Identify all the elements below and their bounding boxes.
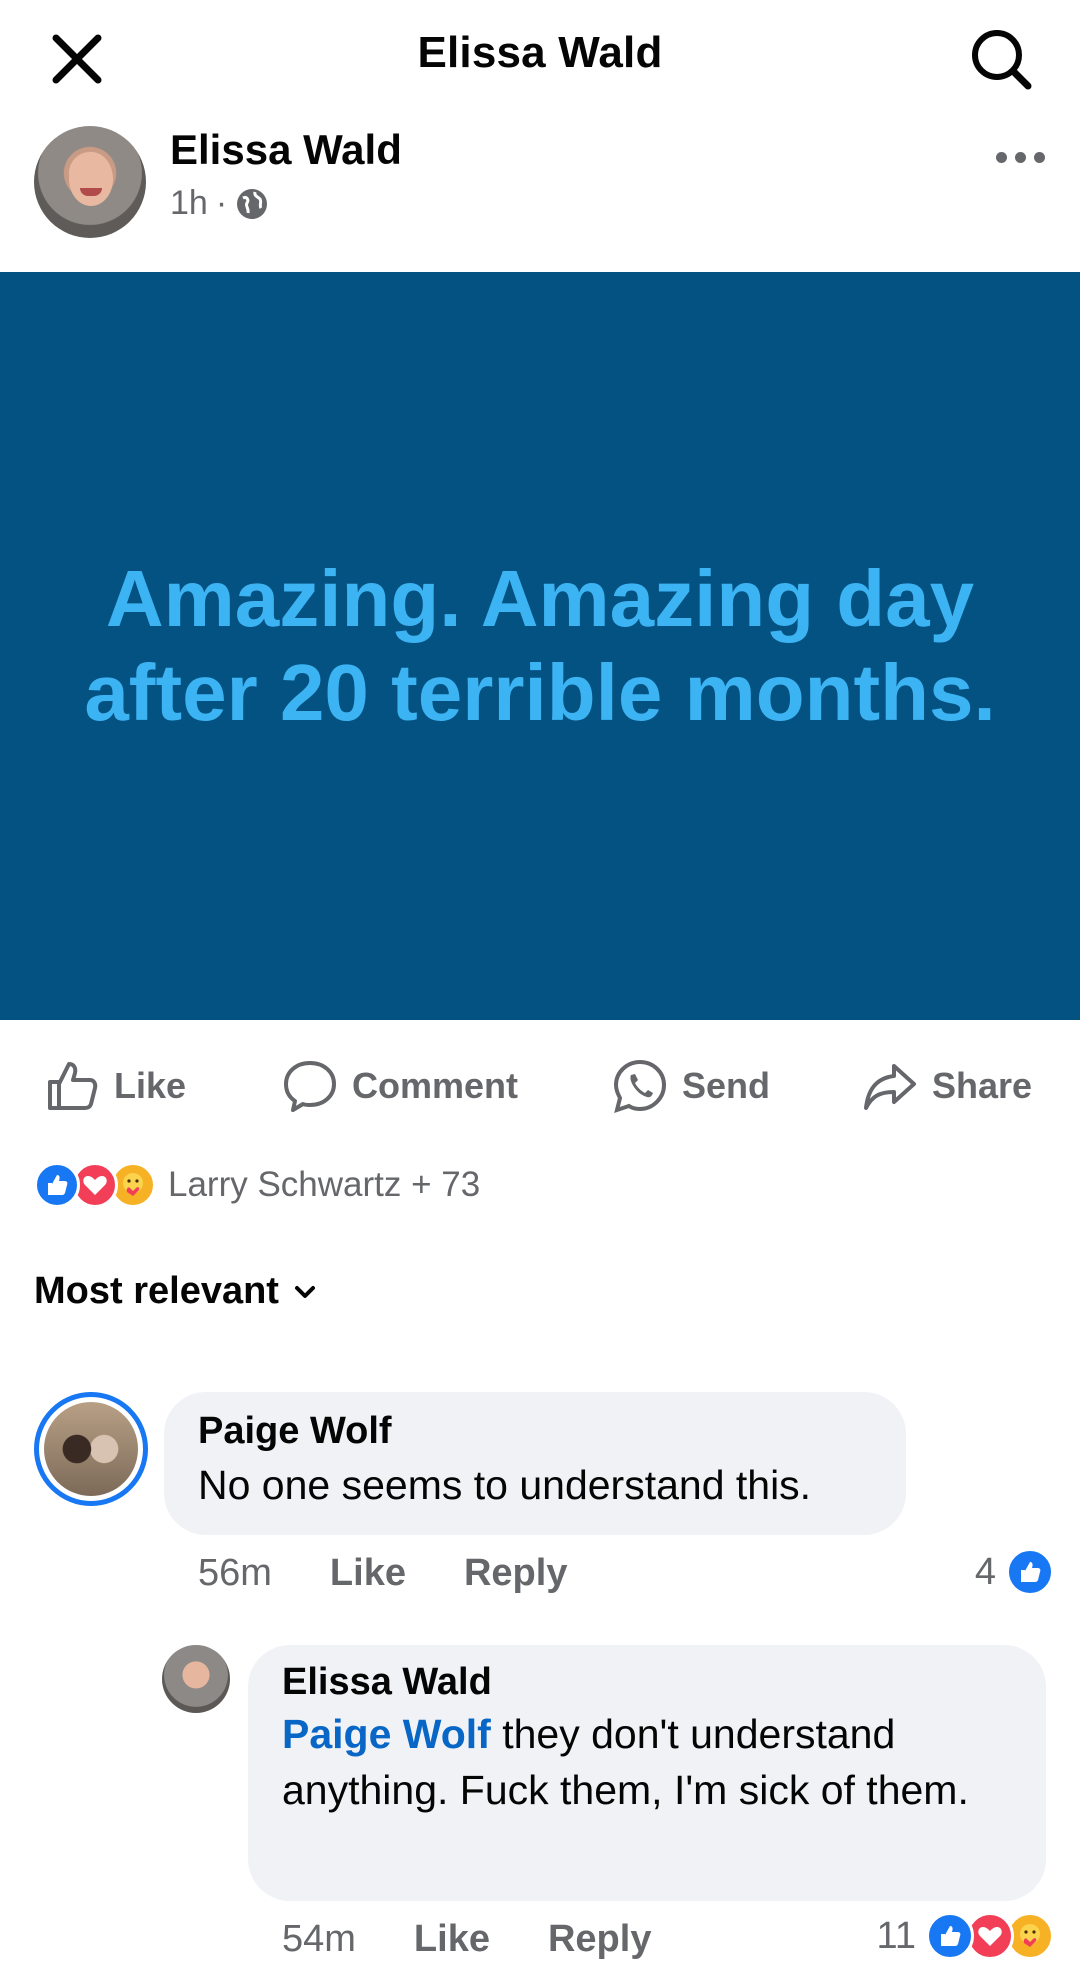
page-title: Elissa Wald — [417, 28, 663, 77]
like-reaction-icon — [926, 1912, 974, 1960]
reaction-names: Larry Schwartz + 73 — [168, 1165, 481, 1204]
reply-time: 54m — [282, 1918, 356, 1960]
comment-time: 56m — [198, 1552, 272, 1594]
like-label: Like — [114, 1065, 187, 1106]
comment-like-button[interactable]: Like — [330, 1552, 406, 1595]
author-avatar[interactable] — [34, 126, 146, 238]
post-meta: 1h · — [170, 184, 269, 223]
comment-author[interactable]: Paige Wolf — [198, 1410, 872, 1453]
share-icon — [864, 1064, 916, 1110]
meta-separator: · — [215, 184, 228, 222]
avatar-face — [69, 152, 113, 206]
thumbs-up-icon — [48, 1062, 98, 1110]
like-button[interactable]: Like — [44, 1058, 186, 1114]
comment-label: Comment — [352, 1065, 519, 1106]
comment-text: No one seems to understand this. — [198, 1462, 812, 1508]
globe-icon — [237, 188, 268, 219]
comment-bubble: Paige Wolf No one seems to understand th… — [164, 1392, 906, 1535]
reply-reply-button[interactable]: Reply — [548, 1918, 651, 1961]
reply-reaction-count[interactable]: 11 — [876, 1912, 1054, 1960]
reply-avatar[interactable] — [162, 1645, 230, 1713]
comment-actions: 56m Like Reply — [198, 1552, 567, 1595]
reaction-count: 11 — [876, 1914, 916, 1957]
chevron-down-icon — [294, 1285, 315, 1298]
commenter-avatar[interactable] — [34, 1392, 148, 1506]
reply-text: Paige Wolf they don't understand anythin… — [282, 1706, 1012, 1818]
reactions-summary[interactable]: Larry Schwartz + 73 — [34, 1160, 480, 1210]
like-reaction-icon — [34, 1162, 80, 1208]
comment-reply-button[interactable]: Reply — [464, 1552, 567, 1595]
comment-reaction-count[interactable]: 4 — [974, 1548, 1054, 1596]
send-button[interactable]: Send — [612, 1058, 770, 1114]
reply-actions: 54m Like Reply — [282, 1918, 651, 1961]
post-time[interactable]: 1h — [170, 184, 208, 223]
comment-icon — [284, 1061, 336, 1112]
post-actions: Like Comment Send Share — [0, 1020, 1080, 1146]
comment-sort-dropdown[interactable]: Most relevant — [34, 1270, 319, 1313]
reply-author[interactable]: Elissa Wald — [282, 1661, 1012, 1704]
post-image-text: Amazing. Amazing day after 20 terrible m… — [84, 554, 996, 737]
reply-bubble: Elissa Wald Paige Wolf they don't unders… — [248, 1645, 1046, 1901]
search-icon[interactable] — [966, 24, 1036, 94]
comment-button[interactable]: Comment — [282, 1058, 518, 1114]
share-label: Share — [932, 1065, 1033, 1106]
sort-label: Most relevant — [34, 1270, 279, 1312]
reply-like-button[interactable]: Like — [414, 1918, 490, 1961]
like-reaction-icon — [1006, 1548, 1054, 1596]
post-author-name[interactable]: Elissa Wald — [170, 126, 402, 174]
post-header: Elissa Wald 1h · — [0, 112, 1080, 272]
whatsapp-icon — [613, 1059, 667, 1114]
top-bar: Elissa Wald — [0, 0, 1080, 112]
mention-link[interactable]: Paige Wolf — [282, 1711, 491, 1757]
reaction-count: 4 — [974, 1550, 996, 1593]
more-options-icon[interactable] — [990, 142, 1050, 172]
share-button[interactable]: Share — [862, 1058, 1032, 1114]
post-image[interactable]: Amazing. Amazing day after 20 terrible m… — [0, 272, 1080, 1020]
send-label: Send — [682, 1065, 771, 1106]
